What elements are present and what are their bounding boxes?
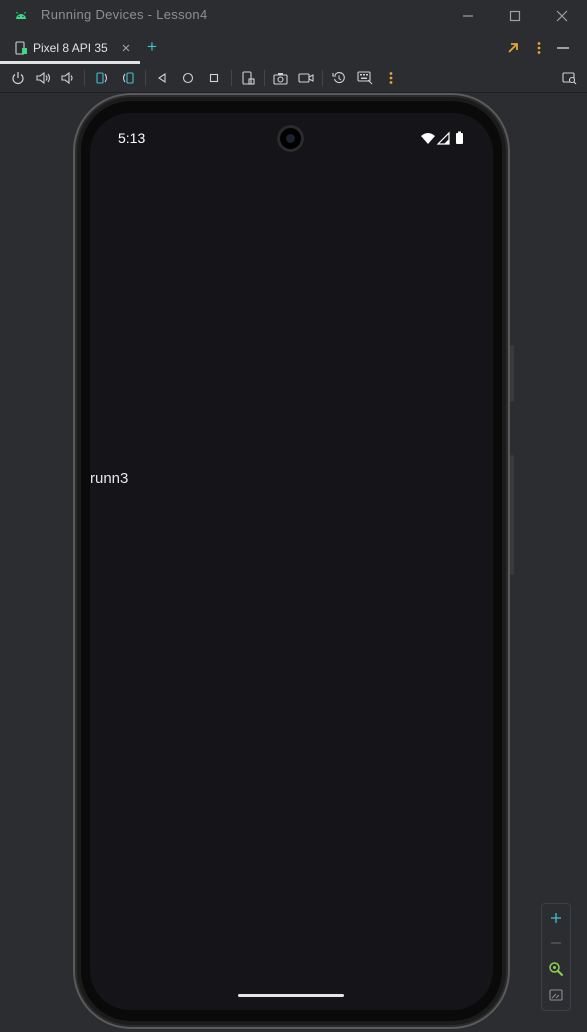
zoom-controls — [541, 903, 571, 1011]
toolbar-separator — [264, 70, 265, 86]
zoom-actual-icon — [549, 962, 564, 977]
new-tab-button[interactable]: + — [147, 37, 157, 57]
volume-down-button[interactable] — [59, 69, 77, 87]
more-options-icon[interactable] — [536, 41, 542, 55]
tab-bar: Pixel 8 API 35 + — [0, 32, 587, 64]
back-icon — [158, 72, 166, 84]
screenshot-icon — [272, 72, 288, 85]
power-button[interactable] — [9, 69, 27, 87]
app-text-view: runn3 — [90, 470, 129, 487]
status-icons — [421, 131, 463, 145]
rotate-right-button[interactable] — [119, 69, 137, 87]
close-button[interactable] — [552, 6, 572, 26]
zoom-out-icon — [551, 942, 561, 944]
power-icon — [12, 72, 24, 85]
zoom-out-button[interactable] — [546, 933, 566, 953]
android-icon — [16, 11, 26, 19]
minimize-button[interactable] — [458, 6, 478, 26]
minimize-icon — [463, 15, 473, 17]
device-explorer-icon — [561, 72, 576, 85]
toolbar-separator — [84, 70, 85, 86]
keyboard-button[interactable] — [356, 69, 374, 87]
device-toolbar — [0, 64, 587, 93]
back-button[interactable] — [153, 69, 171, 87]
tab-close-icon[interactable] — [122, 44, 130, 52]
close-icon — [556, 10, 568, 22]
more-actions-button[interactable] — [382, 69, 400, 87]
device-mirror-icon — [15, 41, 27, 55]
battery-icon — [456, 133, 463, 144]
device-frame-icon — [242, 71, 255, 85]
tab-label: Pixel 8 API 35 — [33, 41, 108, 55]
rotate-left-icon — [96, 72, 108, 84]
volume-up-button[interactable] — [34, 69, 52, 87]
rotate-left-button[interactable] — [93, 69, 111, 87]
phone-volume-key — [510, 455, 514, 575]
volume-up-icon — [35, 71, 50, 85]
overview-icon — [209, 73, 219, 83]
toolbar-separator — [231, 70, 232, 86]
volume-down-icon — [61, 71, 73, 85]
toolbar-separator — [145, 70, 146, 86]
wifi-icon — [421, 133, 435, 144]
device-screen[interactable]: 5:13 runn3 — [90, 113, 493, 1010]
hide-icon[interactable] — [556, 44, 570, 52]
zoom-actual-size-button[interactable] — [546, 959, 566, 979]
screen-record-icon — [298, 73, 314, 83]
open-external-icon[interactable] — [506, 41, 520, 55]
maximize-button[interactable] — [505, 6, 525, 26]
title-bar: Running Devices - Lesson4 — [0, 0, 587, 32]
front-camera — [277, 125, 304, 152]
home-icon — [182, 72, 194, 84]
screen-record-button[interactable] — [297, 69, 315, 87]
more-icon — [389, 72, 393, 84]
zoom-in-button[interactable] — [546, 908, 566, 928]
maximize-icon — [509, 10, 521, 22]
reset-button[interactable] — [330, 69, 348, 87]
screenshot-button[interactable] — [271, 69, 289, 87]
window-title: Running Devices - Lesson4 — [41, 7, 208, 22]
device-explorer-button[interactable] — [560, 69, 578, 87]
overview-button[interactable] — [205, 69, 223, 87]
zoom-in-icon — [551, 913, 561, 923]
zoom-fit-button[interactable] — [546, 985, 566, 1005]
phone-power-key — [510, 345, 514, 402]
keyboard-icon — [357, 71, 373, 85]
device-frame-button[interactable] — [239, 69, 257, 87]
tab-pixel-8-api-35[interactable]: Pixel 8 API 35 — [0, 32, 140, 64]
reset-icon — [332, 72, 345, 84]
status-bar-time: 5:13 — [118, 130, 146, 146]
gesture-home-bar[interactable] — [238, 994, 344, 997]
home-button[interactable] — [179, 69, 197, 87]
toolbar-separator — [322, 70, 323, 86]
zoom-fit-icon — [549, 989, 563, 1001]
rotate-right-icon — [122, 72, 134, 84]
